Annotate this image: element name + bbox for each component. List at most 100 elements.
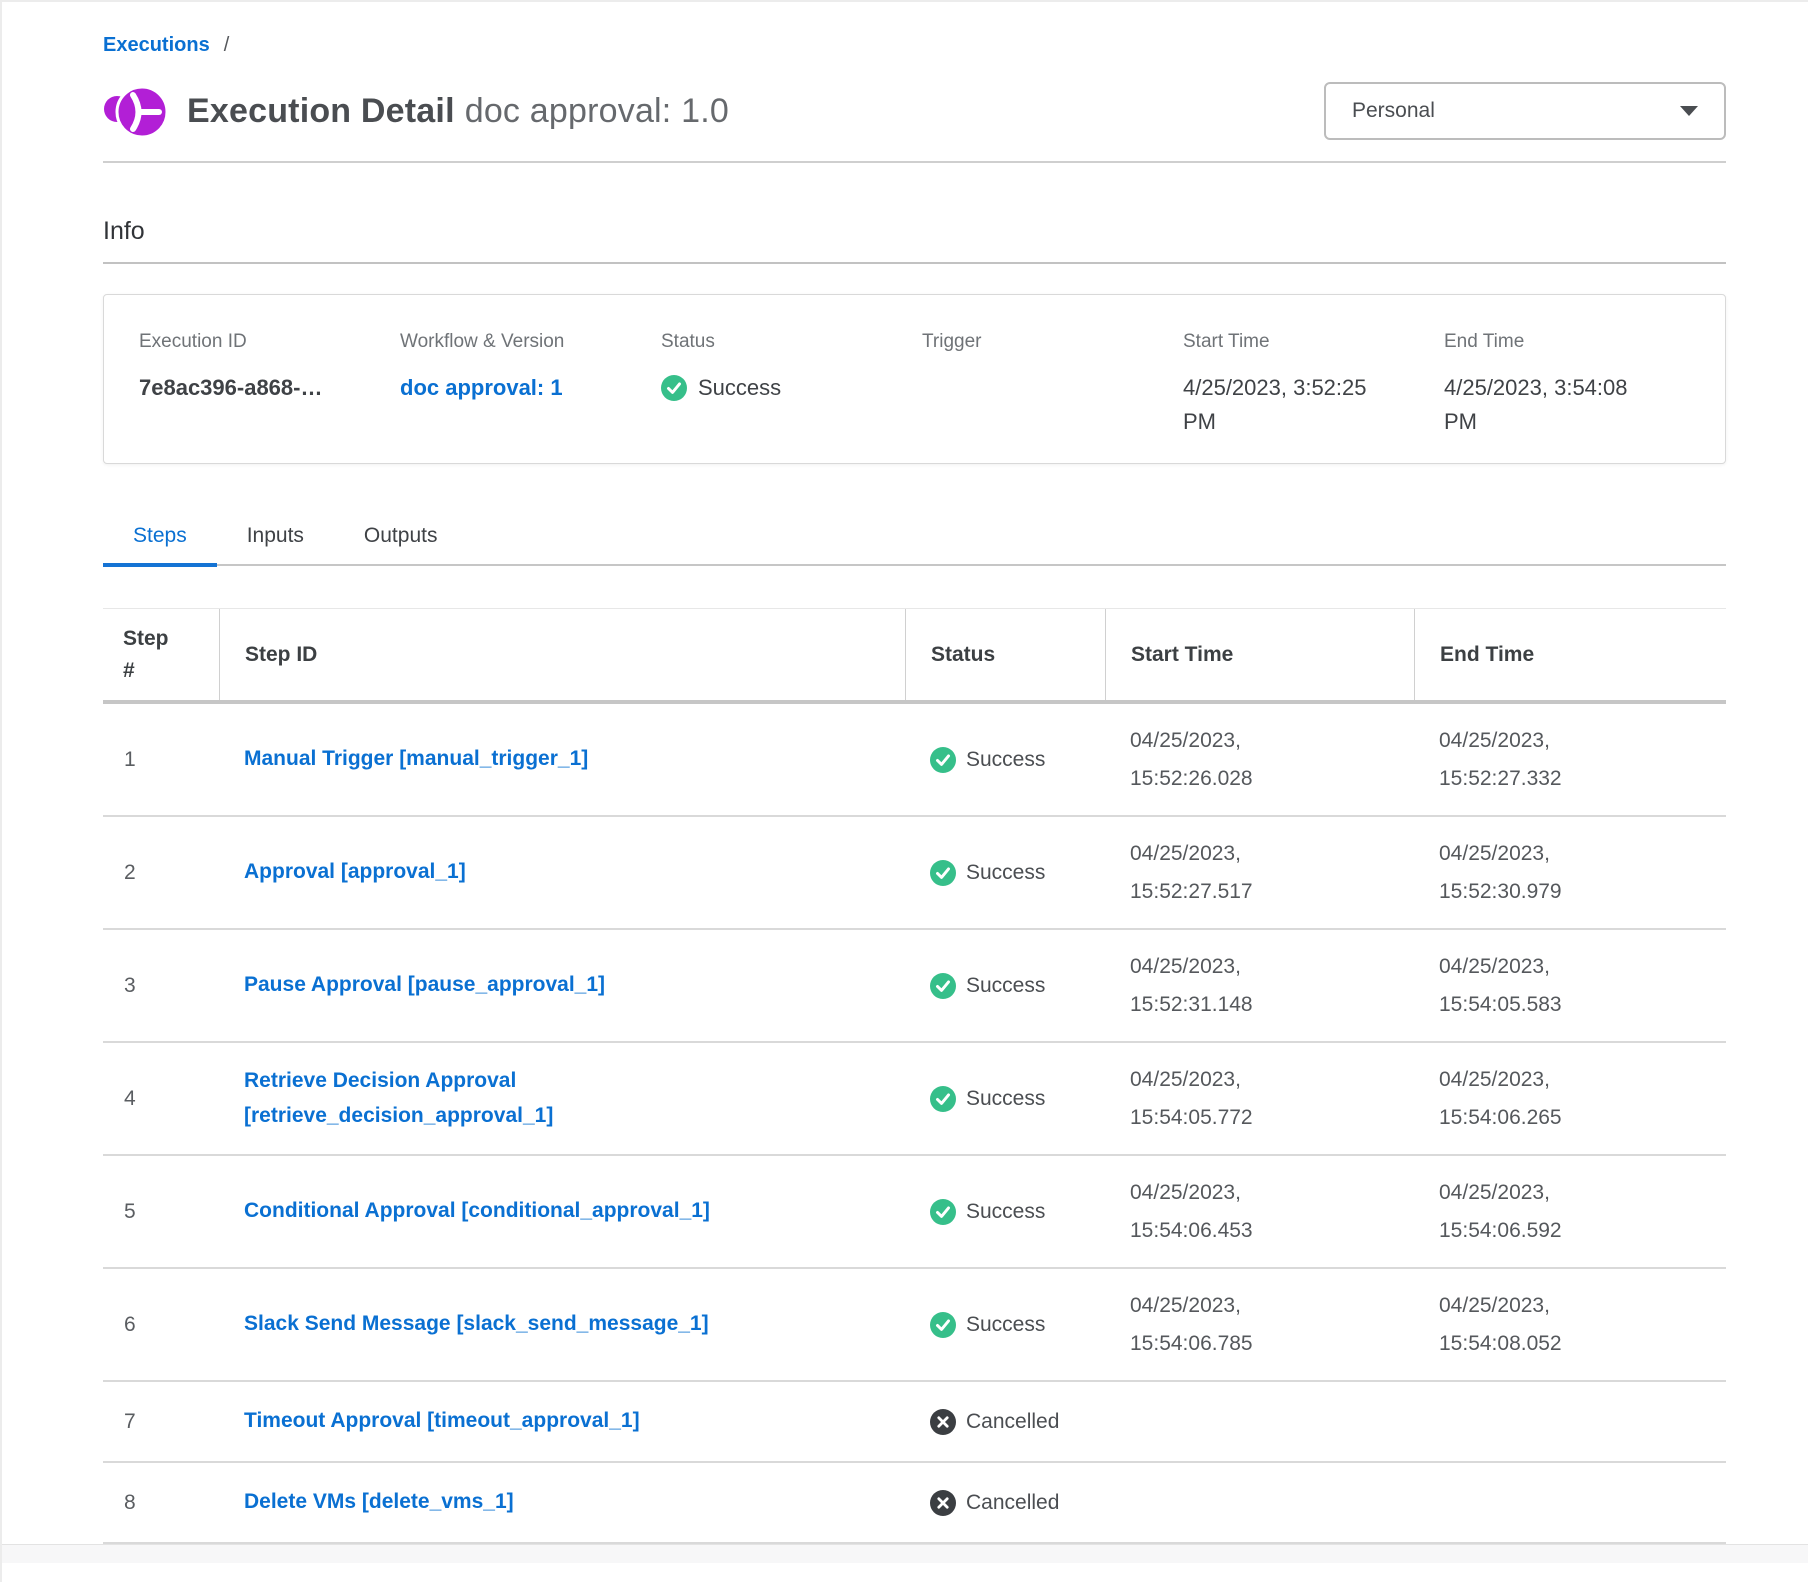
status-badge: Success [905, 747, 1105, 773]
breadcrumb-executions-link[interactable]: Executions [103, 34, 210, 57]
column-header-status: Status [905, 609, 1105, 700]
step-end-time: 04/25/2023, 15:52:30.979 [1414, 835, 1726, 911]
cancelled-icon [930, 1409, 956, 1435]
page-title-main: Execution Detail [187, 92, 455, 130]
status-badge: Success [905, 860, 1105, 886]
step-number: 6 [103, 1313, 219, 1337]
column-header-start-time: Start Time [1105, 609, 1414, 700]
window-top-edge [0, 0, 1808, 2]
project-scope-select[interactable]: Personal [1324, 82, 1726, 140]
step-start-time: 04/25/2023, 15:54:05.772 [1105, 1061, 1414, 1137]
info-field-execution-id: Execution ID 7e8ac396-a868-… [139, 331, 400, 463]
field-label: Workflow & Version [400, 331, 661, 353]
field-label: Execution ID [139, 331, 400, 353]
status-badge: Success [905, 1199, 1105, 1225]
step-start-time: 04/25/2023, 15:52:27.517 [1105, 835, 1414, 911]
step-number: 5 [103, 1200, 219, 1224]
table-header: Step # Step ID Status Start Time End Tim… [103, 608, 1726, 704]
info-field-start-time: Start Time 4/25/2023, 3:52:25 PM [1183, 331, 1444, 463]
workflow-icon [103, 79, 167, 143]
title-row: Execution Detaildoc approval: 1.0 Person… [103, 79, 1726, 143]
step-start-time [1105, 1410, 1414, 1434]
table-row: 4 Retrieve Decision Approval [retrieve_d… [103, 1043, 1726, 1156]
status-text: Success [698, 371, 781, 405]
table-row: 1 Manual Trigger [manual_trigger_1] Succ… [103, 704, 1726, 817]
status-text: Success [966, 748, 1045, 772]
tab-outputs[interactable]: Outputs [334, 508, 468, 564]
status-text: Success [966, 1087, 1045, 1111]
execution-detail-page: Executions / Execution Detaildoc approva… [0, 0, 1808, 1544]
status-text: Success [966, 861, 1045, 885]
step-start-time [1105, 1491, 1414, 1515]
status-badge: Cancelled [905, 1490, 1105, 1516]
steps-table: Step # Step ID Status Start Time End Tim… [103, 608, 1726, 1544]
field-label: Trigger [922, 331, 1183, 353]
column-header-end-time: End Time [1414, 609, 1726, 700]
step-link[interactable]: Approval [approval_1] [244, 855, 466, 890]
breadcrumb-separator: / [224, 34, 230, 57]
step-number: 8 [103, 1491, 219, 1515]
table-row: 8 Delete VMs [delete_vms_1] Cancelled [103, 1463, 1726, 1544]
tab-steps[interactable]: Steps [103, 508, 217, 564]
tab-inputs[interactable]: Inputs [217, 508, 334, 564]
success-icon [930, 860, 956, 886]
success-icon [930, 1086, 956, 1112]
step-end-time: 04/25/2023, 15:52:27.332 [1414, 722, 1726, 798]
status-badge: Success [661, 371, 922, 405]
table-row: 6 Slack Send Message [slack_send_message… [103, 1269, 1726, 1382]
cancelled-icon [930, 1490, 956, 1516]
table-row: 7 Timeout Approval [timeout_approval_1] … [103, 1382, 1726, 1463]
info-card: Execution ID 7e8ac396-a868-… Workflow & … [103, 294, 1726, 464]
page-title: Execution Detaildoc approval: 1.0 [187, 92, 729, 131]
step-link[interactable]: Manual Trigger [manual_trigger_1] [244, 742, 588, 777]
step-end-time: 04/25/2023, 15:54:06.592 [1414, 1174, 1726, 1250]
step-end-time [1414, 1410, 1726, 1434]
step-link[interactable]: Slack Send Message [slack_send_message_1… [244, 1307, 709, 1342]
field-label: Status [661, 331, 922, 353]
workflow-version-link[interactable]: doc approval: 1 [400, 375, 563, 400]
table-row: 5 Conditional Approval [conditional_appr… [103, 1156, 1726, 1269]
step-end-time [1414, 1491, 1726, 1515]
start-time-value: 4/25/2023, 3:52:25 PM [1183, 371, 1388, 439]
success-icon [930, 973, 956, 999]
success-icon [930, 1199, 956, 1225]
step-number: 1 [103, 748, 219, 772]
info-divider [103, 262, 1726, 264]
step-link[interactable]: Retrieve Decision Approval [retrieve_dec… [244, 1064, 804, 1133]
breadcrumb: Executions / [103, 34, 1726, 57]
table-row: 3 Pause Approval [pause_approval_1] Succ… [103, 930, 1726, 1043]
window-left-edge [0, 0, 2, 1582]
column-header-step-id: Step ID [219, 609, 905, 700]
field-label: Start Time [1183, 331, 1444, 353]
status-badge: Success [905, 1086, 1105, 1112]
status-text: Cancelled [966, 1491, 1059, 1515]
success-icon [661, 375, 687, 401]
status-text: Success [966, 1313, 1045, 1337]
field-label: End Time [1444, 331, 1705, 353]
step-link[interactable]: Delete VMs [delete_vms_1] [244, 1485, 514, 1520]
column-header-step-number: Step # [103, 609, 219, 700]
info-field-status: Status Success [661, 331, 922, 463]
step-start-time: 04/25/2023, 15:52:31.148 [1105, 948, 1414, 1024]
step-link[interactable]: Timeout Approval [timeout_approval_1] [244, 1404, 640, 1439]
status-text: Cancelled [966, 1410, 1059, 1434]
scope-select-value: Personal [1352, 99, 1435, 123]
step-start-time: 04/25/2023, 15:54:06.453 [1105, 1174, 1414, 1250]
chevron-down-icon [1680, 106, 1698, 116]
status-badge: Cancelled [905, 1409, 1105, 1435]
success-icon [930, 1312, 956, 1338]
step-link[interactable]: Conditional Approval [conditional_approv… [244, 1194, 710, 1229]
success-icon [930, 747, 956, 773]
step-end-time: 04/25/2023, 15:54:05.583 [1414, 948, 1726, 1024]
step-end-time: 04/25/2023, 15:54:08.052 [1414, 1287, 1726, 1363]
title-divider [103, 161, 1726, 163]
title-group: Execution Detaildoc approval: 1.0 [103, 79, 729, 143]
step-end-time: 04/25/2023, 15:54:06.265 [1414, 1061, 1726, 1137]
info-field-trigger: Trigger [922, 331, 1183, 463]
step-number: 7 [103, 1410, 219, 1434]
step-link[interactable]: Pause Approval [pause_approval_1] [244, 968, 605, 1003]
step-start-time: 04/25/2023, 15:54:06.785 [1105, 1287, 1414, 1363]
step-number: 4 [103, 1087, 219, 1111]
step-number: 3 [103, 974, 219, 998]
step-start-time: 04/25/2023, 15:52:26.028 [1105, 722, 1414, 798]
